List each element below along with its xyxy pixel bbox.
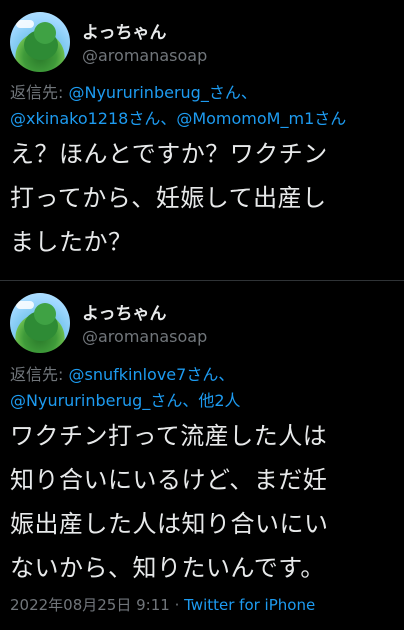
tweet-text: ワクチン打って流産した人は 知り合いにいるけど、まだ妊 娠出産した人は知り合いに… xyxy=(10,414,394,590)
reply-link[interactable]: @Nyururinberug_さん、他2人 xyxy=(10,391,241,410)
timestamp[interactable]: 2022年08月25日 9:11 xyxy=(10,596,170,614)
avatar-tree-top xyxy=(34,303,56,325)
reply-to: 返信先: @snufkinlove7さん、 @Nyururinberug_さん、… xyxy=(10,362,394,414)
reply-link[interactable]: @snufkinlove7さん、 xyxy=(68,365,234,384)
tweet-header: よっちゃん @aromanasoap xyxy=(10,293,394,355)
tweet-text-line: ワクチン打って流産した人は xyxy=(10,422,328,450)
meta-separator: · xyxy=(169,596,185,614)
tweet-text-line: 知り合いにいるけど、まだ妊 xyxy=(10,466,328,494)
tweet-meta: 2022年08月25日 9:11 · Twitter for iPhone xyxy=(10,594,315,615)
tweet-text-line: 娠出産した人は知り合いにい xyxy=(10,510,329,538)
tweet-text-line: ないから、知りたいんです。 xyxy=(10,554,325,582)
source-link[interactable]: Twitter for iPhone xyxy=(184,596,315,614)
username-handle[interactable]: @aromanasoap xyxy=(82,327,207,346)
avatar[interactable] xyxy=(10,293,70,353)
reply-prefix: 返信先: xyxy=(10,365,69,384)
display-name[interactable]: よっちゃん xyxy=(82,299,167,324)
tweet[interactable]: よっちゃん @aromanasoap 返信先: @snufkinlove7さん、… xyxy=(0,0,404,630)
avatar-cloud xyxy=(16,301,34,309)
